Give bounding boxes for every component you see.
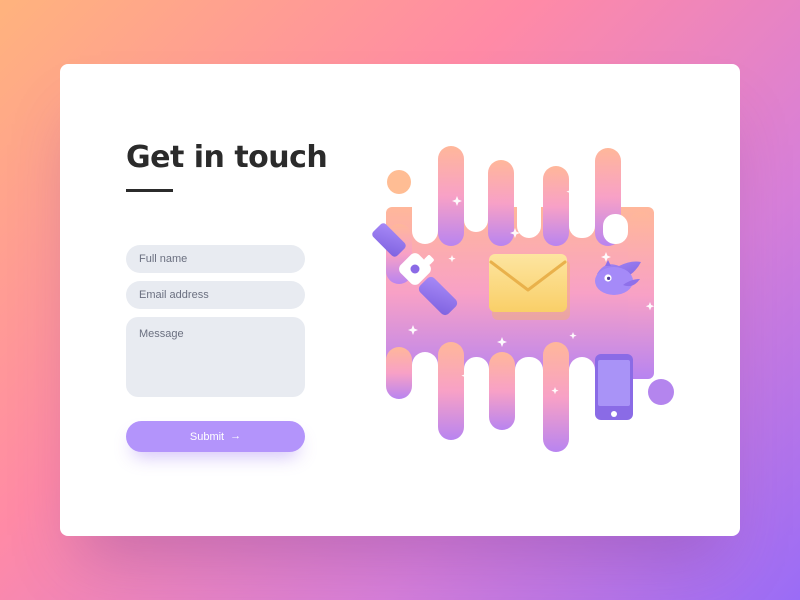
purple-circle bbox=[648, 379, 674, 405]
title-underline bbox=[126, 189, 173, 192]
peach-circle bbox=[387, 170, 411, 194]
contact-card: Get in touch Submit → bbox=[60, 64, 740, 536]
envelope-icon bbox=[489, 254, 570, 320]
contact-illustration bbox=[372, 146, 674, 452]
submit-label: Submit bbox=[189, 430, 225, 443]
arrow-right-icon: → bbox=[230, 430, 242, 442]
phone-icon bbox=[595, 354, 633, 420]
page-title: Get in touch bbox=[126, 140, 328, 175]
email-input[interactable] bbox=[126, 281, 305, 309]
submit-button[interactable]: Submit → bbox=[126, 421, 305, 452]
full-name-input[interactable] bbox=[126, 245, 305, 273]
message-textarea[interactable] bbox=[126, 317, 305, 397]
